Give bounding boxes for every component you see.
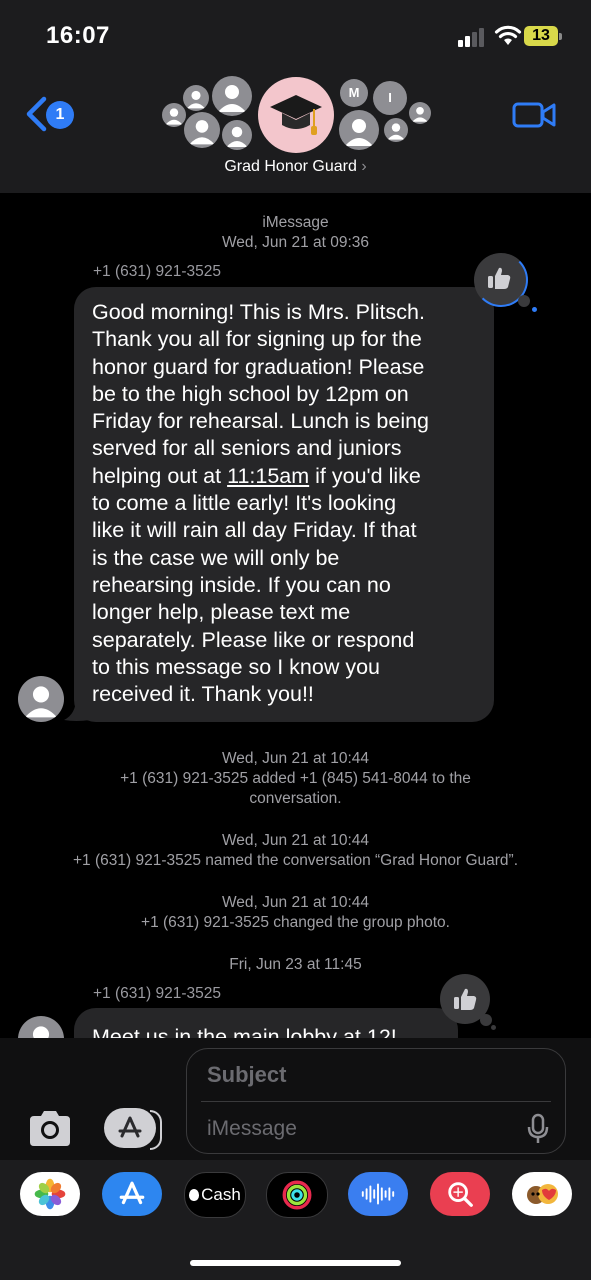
event-text: +1 (631) 921-3525 named the conversation… [72, 852, 519, 869]
thumbs-up-icon [454, 988, 477, 1010]
event-text: conversation. [249, 790, 342, 807]
member-avatar-initial-i[interactable]: I [373, 81, 407, 115]
microphone-icon[interactable] [527, 1113, 549, 1145]
event-timestamp: Wed, Jun 21 at 10:44 [221, 832, 370, 849]
member-avatar[interactable] [162, 103, 186, 127]
conversation-header: 1 M I Grad Honor Guard › [0, 70, 591, 193]
event-text: +1 (631) 921-3525 added +1 (845) 541-804… [120, 770, 471, 787]
app-strip: Cash [0, 1160, 591, 1280]
message-line: be to the high school by 12pm on [92, 381, 409, 406]
wifi-icon [494, 25, 522, 45]
sender-avatar[interactable] [18, 676, 64, 722]
fitness-app-icon[interactable] [266, 1172, 328, 1218]
message-text: if you'd like [309, 463, 421, 488]
cash-label: Cash [201, 1185, 241, 1204]
message-line: honor guard for graduation! Please [92, 354, 425, 379]
subject-field[interactable]: Subject [207, 1062, 286, 1088]
tapback-dot [518, 295, 530, 307]
message-line: like it will rain all day Friday. If tha… [92, 518, 417, 543]
timestamp: Fri, Jun 23 at 11:45 [229, 956, 362, 973]
group-photo[interactable] [258, 77, 334, 153]
service-label: iMessage [262, 214, 329, 231]
battery-indicator: 13 [524, 26, 564, 48]
time-link[interactable]: 11:15am [227, 464, 309, 488]
member-avatar-initial-m[interactable]: M [340, 79, 368, 107]
member-avatar[interactable] [183, 85, 209, 111]
member-avatar[interactable] [222, 120, 252, 150]
app-store-app-icon[interactable] [102, 1172, 162, 1216]
message-line: is the case we will only be [92, 545, 340, 570]
message-line: served for all seniors and juniors [92, 436, 402, 461]
event-text: +1 (631) 921-3525 changed the group phot… [141, 914, 450, 931]
cellular-signal-icon [458, 28, 484, 47]
message-line: rehearsing inside. If you can no [92, 572, 391, 597]
timestamp: Wed, Jun 21 at 09:36 [221, 234, 370, 251]
message-text: helping out at [92, 463, 228, 488]
message-input-box[interactable]: Subject iMessage [186, 1048, 566, 1154]
graduation-cap-icon [270, 95, 322, 135]
tapback-dot [532, 307, 537, 312]
apple-cash-app-icon[interactable]: Cash [184, 1172, 246, 1218]
message-line: received it. Thank you!! [92, 682, 314, 707]
status-bar: 16:07 13 [0, 0, 591, 70]
message-line: to this message so I know you [92, 654, 381, 679]
message-line: Good morning! This is Mrs. Plitsch. [92, 300, 425, 324]
battery-nub [559, 33, 562, 40]
app-drawer-button[interactable] [104, 1108, 162, 1150]
input-divider [201, 1101, 551, 1102]
message-bubble[interactable]: Good morning! This is Mrs. Plitsch. Than… [74, 287, 494, 722]
battery-level: 13 [524, 26, 558, 46]
message-line: separately. Please like or respond [92, 627, 415, 652]
apps-pill-edge [150, 1110, 162, 1150]
message-line: helping out at 11:15am if you'd like [92, 463, 476, 490]
tapback-dot [480, 1014, 492, 1026]
group-name-label: Grad Honor Guard [224, 158, 357, 175]
chevron-right-icon: › [361, 158, 367, 175]
group-name[interactable]: Grad Honor Guard › [0, 158, 591, 176]
bubble-tail [64, 698, 90, 721]
tapback-like[interactable] [474, 253, 538, 312]
unread-count-badge[interactable]: 1 [46, 101, 74, 129]
member-avatar[interactable] [384, 118, 408, 142]
member-avatar[interactable] [184, 112, 220, 148]
apple-logo-icon [189, 1189, 200, 1201]
facetime-video-icon[interactable] [512, 100, 556, 130]
clock: 16:07 [46, 22, 110, 49]
event-timestamp: Wed, Jun 21 at 10:44 [221, 750, 370, 767]
member-avatar[interactable] [339, 110, 379, 150]
message-line: to come a little early! It's looking [92, 491, 397, 516]
message-line: Friday for rehearsal. Lunch is being [92, 409, 430, 434]
app-store-icon [118, 1116, 142, 1138]
member-avatar[interactable] [212, 76, 252, 116]
message-field[interactable]: iMessage [207, 1117, 297, 1141]
photos-app-icon[interactable] [20, 1172, 80, 1216]
audio-message-app-icon[interactable] [348, 1172, 408, 1216]
memoji-app-icon[interactable] [512, 1172, 572, 1216]
thumbs-up-icon [488, 267, 511, 289]
message-line: longer help, please text me [92, 600, 351, 625]
camera-icon[interactable] [26, 1108, 74, 1148]
back-chevron-icon[interactable] [24, 96, 48, 132]
sender-name: +1 (631) 921-3525 [93, 263, 221, 280]
tapback-like[interactable] [440, 974, 500, 1032]
home-indicator[interactable] [190, 1260, 401, 1266]
sender-name: +1 (631) 921-3525 [93, 985, 221, 1002]
message-line: Thank you all for signing up for the [92, 327, 422, 352]
tapback-dot [491, 1025, 496, 1030]
event-timestamp: Wed, Jun 21 at 10:44 [221, 894, 370, 911]
search-images-app-icon[interactable] [430, 1172, 490, 1216]
member-avatar[interactable] [409, 102, 431, 124]
